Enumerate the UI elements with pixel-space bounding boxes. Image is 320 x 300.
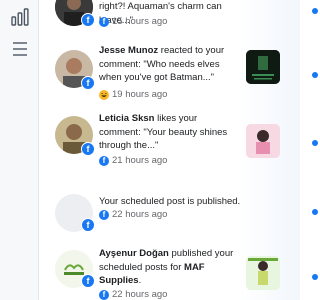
notifications-feed: f right?! Aquaman's charm can leave..." … [39, 0, 318, 300]
menu-button[interactable] [9, 38, 31, 60]
actor-name[interactable]: Leticia Sksn [99, 113, 154, 124]
facebook-badge-icon: f [81, 142, 95, 156]
side-rail [0, 0, 39, 300]
notification-time: 22 hours ago [112, 289, 168, 300]
unread-dot [312, 140, 318, 146]
notification-item[interactable]: f Ayşenur Doğan published your scheduled… [55, 246, 318, 300]
facebook-badge-icon: f [81, 218, 95, 232]
notification-item[interactable]: f Jesse Munoz reacted to your comment: "… [55, 44, 318, 104]
notification-item[interactable]: f Leticia Sksn likes your comment: "Your… [55, 112, 318, 170]
notification-item[interactable]: f Your scheduled post is published. f 22… [55, 190, 318, 232]
notification-time: 21 hours ago [112, 155, 168, 166]
unread-dot [312, 274, 318, 280]
post-thumbnail[interactable] [246, 50, 280, 84]
facebook-icon: f [99, 209, 109, 220]
post-thumbnail[interactable] [246, 256, 280, 290]
notification-text: Your scheduled post is published. [99, 196, 241, 207]
bar-chart-icon [11, 8, 29, 26]
hamburger-menu-icon [13, 42, 27, 56]
unread-dot [312, 8, 318, 14]
actor-name[interactable]: Ayşenur Doğan [99, 248, 169, 259]
notification-time: 22 hours ago [112, 209, 168, 220]
facebook-icon: f [99, 289, 109, 300]
notification-item[interactable]: f right?! Aquaman's charm can leave..." … [55, 0, 318, 28]
unread-dot [312, 72, 318, 78]
actor-name[interactable]: Jesse Munoz [99, 45, 158, 56]
facebook-icon: f [99, 155, 109, 166]
notification-time: 15 hours ago [112, 16, 168, 27]
facebook-badge-icon: f [81, 76, 95, 90]
facebook-badge-icon: f [81, 274, 95, 288]
insights-button[interactable] [9, 6, 31, 28]
notification-time: 19 hours ago [112, 89, 168, 100]
facebook-badge-icon: f [81, 13, 95, 27]
facebook-icon: f [99, 16, 109, 27]
unread-dot [312, 209, 318, 215]
post-thumbnail[interactable] [246, 124, 280, 158]
haha-emoji-icon [99, 89, 109, 100]
